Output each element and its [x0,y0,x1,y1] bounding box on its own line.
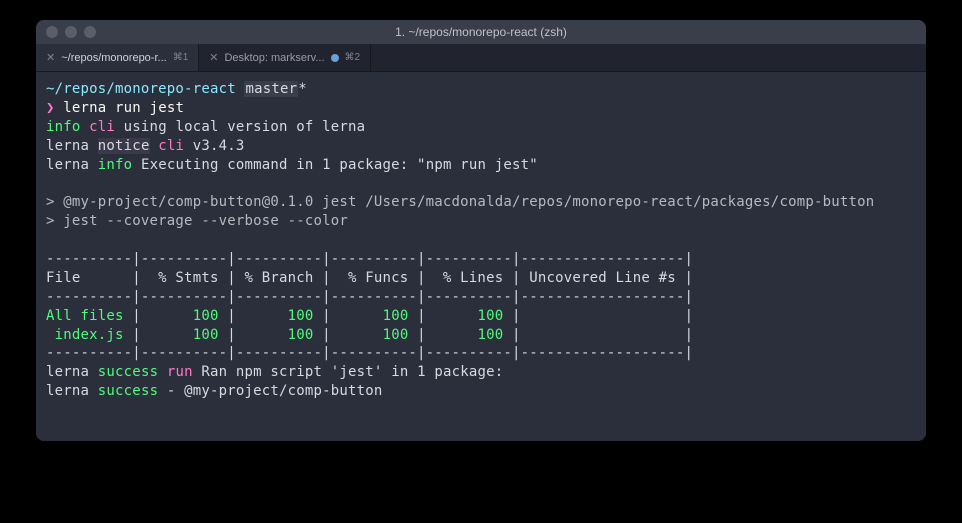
coverage-branch: 100 [236,308,322,324]
tab-label: Desktop: markserv... [224,52,324,64]
coverage-funcs: 100 [331,308,417,324]
tab-label: ~/repos/monorepo-r... [61,52,166,64]
prompt-symbol: ❯ [46,100,55,116]
titlebar: 1. ~/repos/monorepo-react (zsh) [36,20,926,44]
tab-shortcut: ⌘1 [173,52,189,63]
tab-bar: ✕ ~/repos/monorepo-r... ⌘1 ✕ Desktop: ma… [36,44,926,72]
npm-output: > @my-project/comp-button@0.1.0 jest /Us… [46,194,874,210]
log-text: - @my-project/comp-button [158,383,382,399]
log-tool: lerna [46,383,89,399]
close-icon[interactable]: ✕ [46,51,55,64]
tab-shortcut: ⌘2 [345,52,361,63]
coverage-uncov [521,327,685,343]
log-level: info [46,119,81,135]
coverage-funcs: 100 [331,327,417,343]
window-title: 1. ~/repos/monorepo-react (zsh) [395,25,567,39]
minimize-window-button[interactable] [65,26,77,38]
log-level: success [98,383,158,399]
close-window-button[interactable] [46,26,58,38]
log-tool: lerna [46,364,89,380]
terminal-output[interactable]: ~/repos/monorepo-react master* ❯ lerna r… [36,72,926,441]
close-icon[interactable]: ✕ [209,51,218,64]
log-text: Ran npm script 'jest' in 1 package: [193,364,504,380]
coverage-stmts: 100 [141,327,227,343]
coverage-row: All files | 100 | 100 | 100 | 100 | | [46,307,916,326]
log-tool: lerna [46,138,89,154]
log-text: Executing command in 1 package: "npm run… [132,157,538,173]
coverage-row: index.js | 100 | 100 | 100 | 100 | | [46,326,916,345]
prompt-command: lerna run jest [63,100,184,116]
tab-1[interactable]: ✕ ~/repos/monorepo-r... ⌘1 [36,44,199,71]
coverage-border: ----------|----------|----------|-------… [46,289,693,305]
log-level: info [98,157,133,173]
prompt-cwd: ~/repos/monorepo-react [46,81,236,97]
log-level: success [98,364,158,380]
modified-indicator-icon [331,54,339,62]
log-tag: run [167,364,193,380]
prompt-dirty: * [298,81,307,97]
maximize-window-button[interactable] [84,26,96,38]
traffic-lights [46,26,96,38]
log-tool: lerna [46,157,89,173]
prompt-branch: master [244,81,298,97]
log-level: notice [98,138,150,154]
npm-output: > jest --coverage --verbose --color [46,213,348,229]
coverage-border: ----------|----------|----------|-------… [46,251,693,267]
tab-2[interactable]: ✕ Desktop: markserv... ⌘2 [199,44,371,71]
coverage-file: index.js [46,327,132,343]
coverage-uncov [521,308,685,324]
coverage-header: File | % Stmts | % Branch | % Funcs | % … [46,270,693,286]
coverage-lines: 100 [426,308,512,324]
coverage-branch: 100 [236,327,322,343]
log-tag: cli [158,138,184,154]
coverage-border: ----------|----------|----------|-------… [46,345,693,361]
log-text: v3.4.3 [184,138,244,154]
coverage-lines: 100 [426,327,512,343]
terminal-window: 1. ~/repos/monorepo-react (zsh) ✕ ~/repo… [36,20,926,441]
log-text: using local version of lerna [115,119,365,135]
coverage-stmts: 100 [141,308,227,324]
coverage-file: All files [46,308,132,324]
log-tag: cli [89,119,115,135]
